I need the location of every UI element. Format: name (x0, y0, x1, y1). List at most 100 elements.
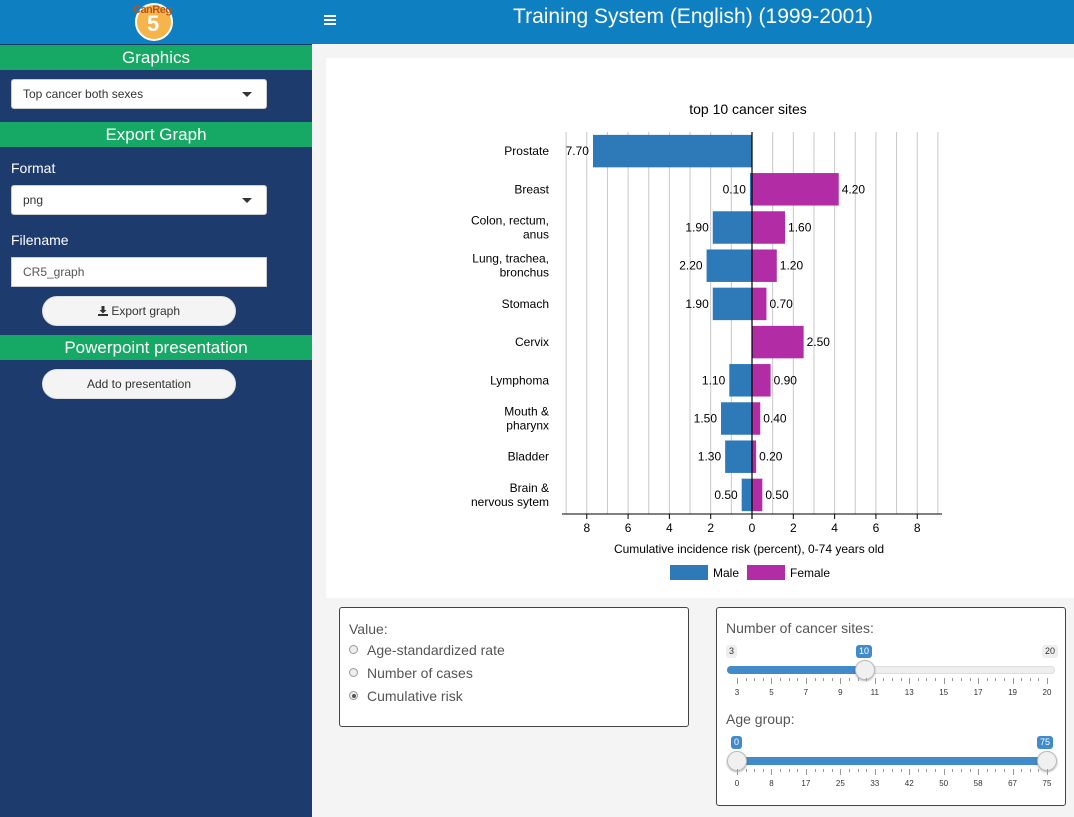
category-label: Lung, trachea, bronchus (472, 252, 549, 280)
male-bar (721, 402, 752, 435)
sites-slider-fill (727, 666, 865, 674)
slider-tick (1021, 769, 1023, 772)
female-bar (752, 478, 763, 512)
x-tick-label: 0 (749, 521, 756, 535)
add-to-presentation-button[interactable]: Add to presentation (42, 369, 236, 399)
male-data-label: 1.30 (698, 450, 722, 464)
category-label: Cervix (515, 335, 549, 349)
slider-tick-label: 13 (904, 688, 914, 697)
slider-tick (840, 769, 842, 775)
male-bar (712, 287, 752, 321)
slider-tick (754, 678, 756, 681)
slider-tick (857, 769, 859, 772)
slider-tick (892, 678, 893, 681)
slider-tick-label: 58 (973, 779, 983, 788)
filename-input[interactable]: CR5_graph (11, 257, 267, 287)
slider-tick-label: 8 (769, 779, 774, 788)
female-data-label: 0.90 (774, 373, 798, 387)
category-label: Bladder (508, 450, 549, 464)
slider-tick (943, 678, 945, 684)
slider-tick (823, 678, 825, 681)
slider-tick (848, 678, 850, 681)
format-select[interactable]: png (11, 185, 267, 215)
slider-tick (780, 769, 782, 772)
graph-type-value: Top cancer both sexes (23, 87, 144, 101)
slider-tick (978, 678, 980, 684)
slider-tick (814, 678, 816, 681)
slider-tick (840, 678, 842, 684)
pyramid-chart: top 10 cancer sites 7.70 0.10 1.90 2.20 1.90 1… (471, 101, 942, 580)
slider-tick (814, 769, 816, 772)
slider-tick (969, 678, 971, 681)
sidebar: Graphics Top cancer both sexes Export Gr… (0, 44, 312, 817)
slider-tick (1003, 769, 1005, 772)
graph-type-select[interactable]: Top cancer both sexes (11, 79, 267, 109)
slider-tick-label: 17 (801, 779, 811, 788)
slider-tick (771, 769, 773, 775)
x-tick-label: 6 (625, 521, 632, 535)
slider-panel: Number of cancer sites: 3 20 10 3 5 7 9 11 13… (716, 607, 1066, 806)
export-graph-button[interactable]: Export graph (42, 296, 236, 326)
chevron-down-icon (242, 198, 252, 203)
male-data-label: 0.10 (723, 182, 747, 196)
slider-tick (737, 678, 738, 684)
female-data-label: 4.20 (842, 182, 866, 196)
slider-tick (1038, 678, 1040, 681)
slider-tick (754, 769, 756, 772)
slider-tick (986, 678, 988, 681)
age-slider-fill (737, 757, 1047, 765)
slider-tick-label: 42 (904, 779, 914, 788)
female-data-label: 1.20 (780, 259, 804, 273)
age-slider-high-handle[interactable] (1037, 751, 1057, 771)
x-tick-label: 8 (583, 521, 590, 535)
slider-tick (926, 678, 928, 681)
radio-cases[interactable] (349, 668, 358, 677)
slider-tick (823, 769, 825, 772)
slider-tick (926, 769, 928, 772)
ppt-section-title: Powerpoint presentation (0, 335, 312, 360)
slider-tick (995, 769, 997, 772)
logo-number: 5 (147, 11, 160, 36)
slider-tick (900, 678, 902, 681)
value-panel: Value: Age-standardized rate Number of c… (339, 607, 689, 727)
slider-tick-label: 9 (838, 688, 843, 697)
sites-slider-handle[interactable] (854, 660, 875, 680)
x-tick-label: 4 (831, 521, 838, 535)
age-slider-low-handle[interactable] (727, 751, 747, 771)
legend-male-swatch (670, 565, 708, 580)
male-bar (741, 478, 752, 512)
chart-title: top 10 cancer sites (689, 101, 807, 117)
slider-tick-label: 5 (769, 688, 774, 697)
filename-value: CR5_graph (23, 265, 85, 279)
age-slider-title: Age group: (726, 711, 795, 727)
radio-asr[interactable] (349, 645, 358, 654)
filename-label: Filename (11, 232, 69, 248)
slider-tick (866, 678, 868, 681)
slider-tick (1047, 769, 1048, 775)
slider-tick-label: 15 (939, 688, 949, 697)
radio-cumrisk[interactable] (349, 691, 358, 700)
slider-tick (960, 678, 962, 681)
slider-tick (1029, 678, 1031, 681)
male-data-label: 1.90 (685, 221, 709, 235)
chevron-down-icon (242, 92, 252, 97)
slider-tick (771, 678, 773, 684)
slider-tick (831, 678, 833, 681)
slider-tick (978, 769, 980, 775)
slider-tick (805, 678, 807, 684)
male-data-label: 1.50 (694, 412, 718, 426)
age-high-badge: 75 (1037, 736, 1054, 749)
slider-tick (892, 769, 893, 772)
slider-tick (917, 769, 919, 772)
slider-tick (762, 769, 764, 772)
legend-female-swatch (747, 565, 785, 580)
slider-tick (986, 769, 988, 772)
legend-female-label: Female (790, 566, 830, 580)
chart-card: top 10 cancer sites 7.70 0.10 1.90 2.20 1.90 1… (326, 58, 1074, 598)
slider-tick (935, 678, 937, 681)
slider-tick (883, 769, 885, 772)
slider-tick (762, 678, 764, 681)
slider-tick (995, 678, 997, 681)
slider-tick (909, 769, 911, 775)
slider-tick (745, 769, 747, 772)
